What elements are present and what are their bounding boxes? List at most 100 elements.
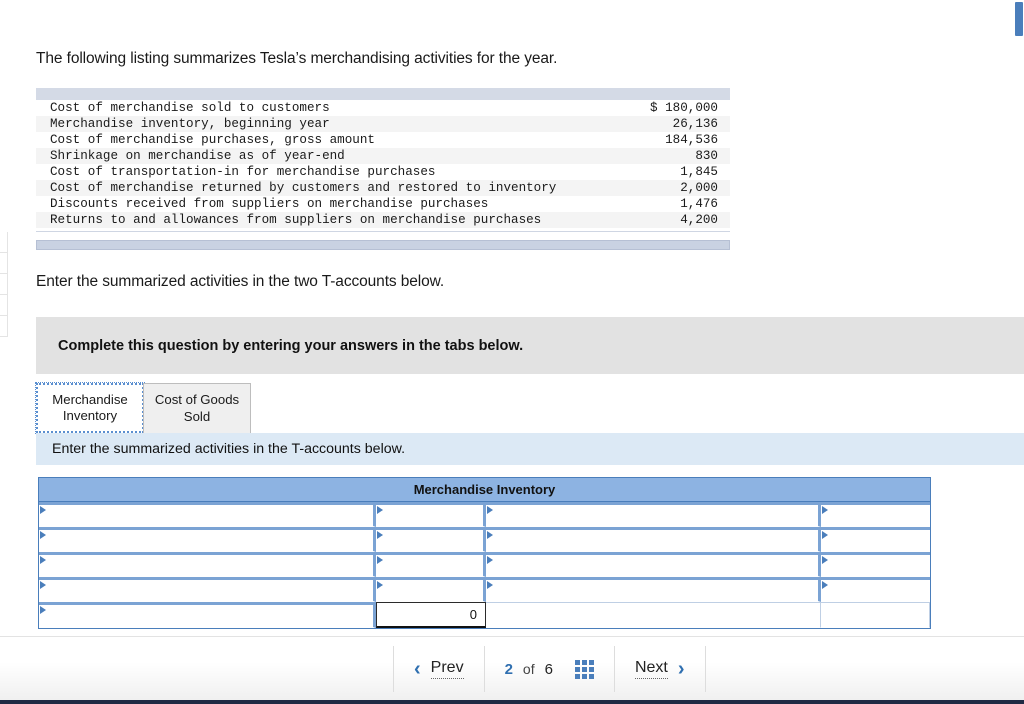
entry-cell-debit[interactable] [376,527,486,552]
chevron-right-icon: › [677,658,685,680]
complete-question-banner: Complete this question by entering your … [36,317,1024,374]
cell-marker-icon [487,531,493,539]
listing-top-bar [36,88,730,100]
listing-row-label: Cost of transportation-in for merchandis… [50,165,436,179]
listing-row-value: 26,136 [672,117,718,131]
listing-row-label: Discounts received from suppliers on mer… [50,197,489,211]
pagination-nav: ‹ Prev 2 of 6 Next › [393,637,706,701]
listing-row-value: 830 [695,149,718,163]
question-footer: ‹ Prev 2 of 6 Next › [0,636,1024,704]
cell-marker-icon [487,556,493,564]
listing-row-value: 1,845 [680,165,718,179]
entry-cell-debit[interactable] [376,502,486,527]
listing-row: Merchandise inventory, beginning year 26,… [36,116,730,132]
table-row [39,552,930,577]
tab-cost-of-goods-sold[interactable]: Cost of Goods Sold [143,383,251,433]
page-scrollbar-thumb[interactable] [1015,2,1023,36]
page-total: 6 [544,660,553,678]
listing-row: Returns to and allowances from suppliers… [36,212,730,228]
cell-marker-icon [822,556,828,564]
prev-label: Prev [430,659,464,679]
total-cell-credit[interactable] [821,602,930,628]
table-row [39,502,930,527]
listing-row-value: 184,536 [665,133,718,147]
activity-listing-table: Cost of merchandise sold to customers $ 1… [36,88,730,250]
listing-row: Shrinkage on merchandise as of year-end 8… [36,148,730,164]
listing-row-value: 2,000 [680,181,718,195]
entry-cell-description-left[interactable] [39,527,376,552]
taccount-instruction-band: Enter the summarized activities in the T… [36,433,1024,465]
entry-cell-credit[interactable] [821,502,930,527]
listing-row-label: Shrinkage on merchandise as of year-end [50,149,345,163]
listing-row-value: 1,476 [680,197,718,211]
cell-marker-icon [40,606,46,614]
entry-cell-debit[interactable] [376,577,486,602]
left-edge-grid-artifact [0,232,8,340]
listing-row-label: Cost of merchandise sold to customers [50,101,330,115]
table-row-total: 0 [39,602,930,628]
entry-cell-credit[interactable] [821,552,930,577]
cell-marker-icon [822,531,828,539]
taccount-body: 0 [38,502,931,629]
listing-row: Cost of merchandise sold to customers $ 1… [36,100,730,116]
cell-marker-icon [40,531,46,539]
prev-button[interactable]: ‹ Prev [394,646,484,692]
banner-text: Complete this question by entering your … [58,337,524,354]
question-page: The following listing summarizes Tesla’s… [0,0,1024,704]
page-current: 2 [504,660,513,678]
listing-horizontal-scrollbar[interactable] [36,240,730,250]
listing-row-label: Returns to and allowances from suppliers… [50,213,542,227]
entry-cell-description-right[interactable] [486,577,821,602]
listing-row: Discounts received from suppliers on mer… [36,196,730,212]
page-indicator[interactable]: 2 of 6 [485,646,614,692]
grid-view-icon[interactable] [574,659,594,679]
cell-marker-icon [40,581,46,589]
entry-cell-description-right[interactable] [486,502,821,527]
cell-marker-icon [377,556,383,564]
listing-row-value: $ 180,000 [649,101,718,115]
table-row [39,527,930,552]
entry-cell-credit[interactable] [821,527,930,552]
total-cell-label-left[interactable] [39,602,376,628]
listing-row: Cost of merchandise purchases, gross amo… [36,132,730,148]
cell-marker-icon [40,506,46,514]
cell-marker-icon [377,581,383,589]
merchandise-inventory-taccount: Merchandise Inventory 0 [38,477,931,629]
total-balance-input[interactable]: 0 [376,602,486,628]
total-cell-label-right[interactable] [486,602,821,628]
intro-text: The following listing summarizes Tesla’s… [36,50,558,67]
entry-cell-description-right[interactable] [486,527,821,552]
entry-cell-description-left[interactable] [39,577,376,602]
cell-marker-icon [40,556,46,564]
listing-row: Cost of transportation-in for merchandis… [36,164,730,180]
cell-marker-icon [487,506,493,514]
cell-marker-icon [822,581,828,589]
nav-divider [704,646,706,692]
table-row [39,577,930,602]
band-text: Enter the summarized activities in the T… [52,441,406,457]
listing-row-label: Merchandise inventory, beginning year [50,117,330,131]
entry-cell-description-left[interactable] [39,502,376,527]
listing-row: Cost of merchandise returned by customer… [36,180,730,196]
listing-row-label: Cost of merchandise purchases, gross amo… [50,133,375,147]
listing-bottom-spacer [36,231,730,240]
next-button[interactable]: Next › [615,646,705,692]
answer-tabs: Merchandise Inventory Cost of Goods Sold [35,381,251,434]
entry-cell-credit[interactable] [821,577,930,602]
taccount-title: Merchandise Inventory [38,477,931,502]
cell-marker-icon [377,531,383,539]
tab-label: Merchandise Inventory [52,391,128,424]
chevron-left-icon: ‹ [414,658,421,680]
listing-rows: Cost of merchandise sold to customers $ 1… [36,100,730,228]
entry-cell-description-right[interactable] [486,552,821,577]
cell-marker-icon [822,506,828,514]
entry-cell-debit[interactable] [376,552,486,577]
listing-row-label: Cost of merchandise returned by customer… [50,181,557,195]
next-label: Next [634,659,668,679]
entry-cell-description-left[interactable] [39,552,376,577]
listing-row-value: 4,200 [680,213,718,227]
tab-merchandise-inventory[interactable]: Merchandise Inventory [35,382,145,434]
tab-label: Cost of Goods Sold [154,392,240,424]
cell-marker-icon [487,581,493,589]
instruction-two-taccounts: Enter the summarized activities in the t… [36,273,445,290]
